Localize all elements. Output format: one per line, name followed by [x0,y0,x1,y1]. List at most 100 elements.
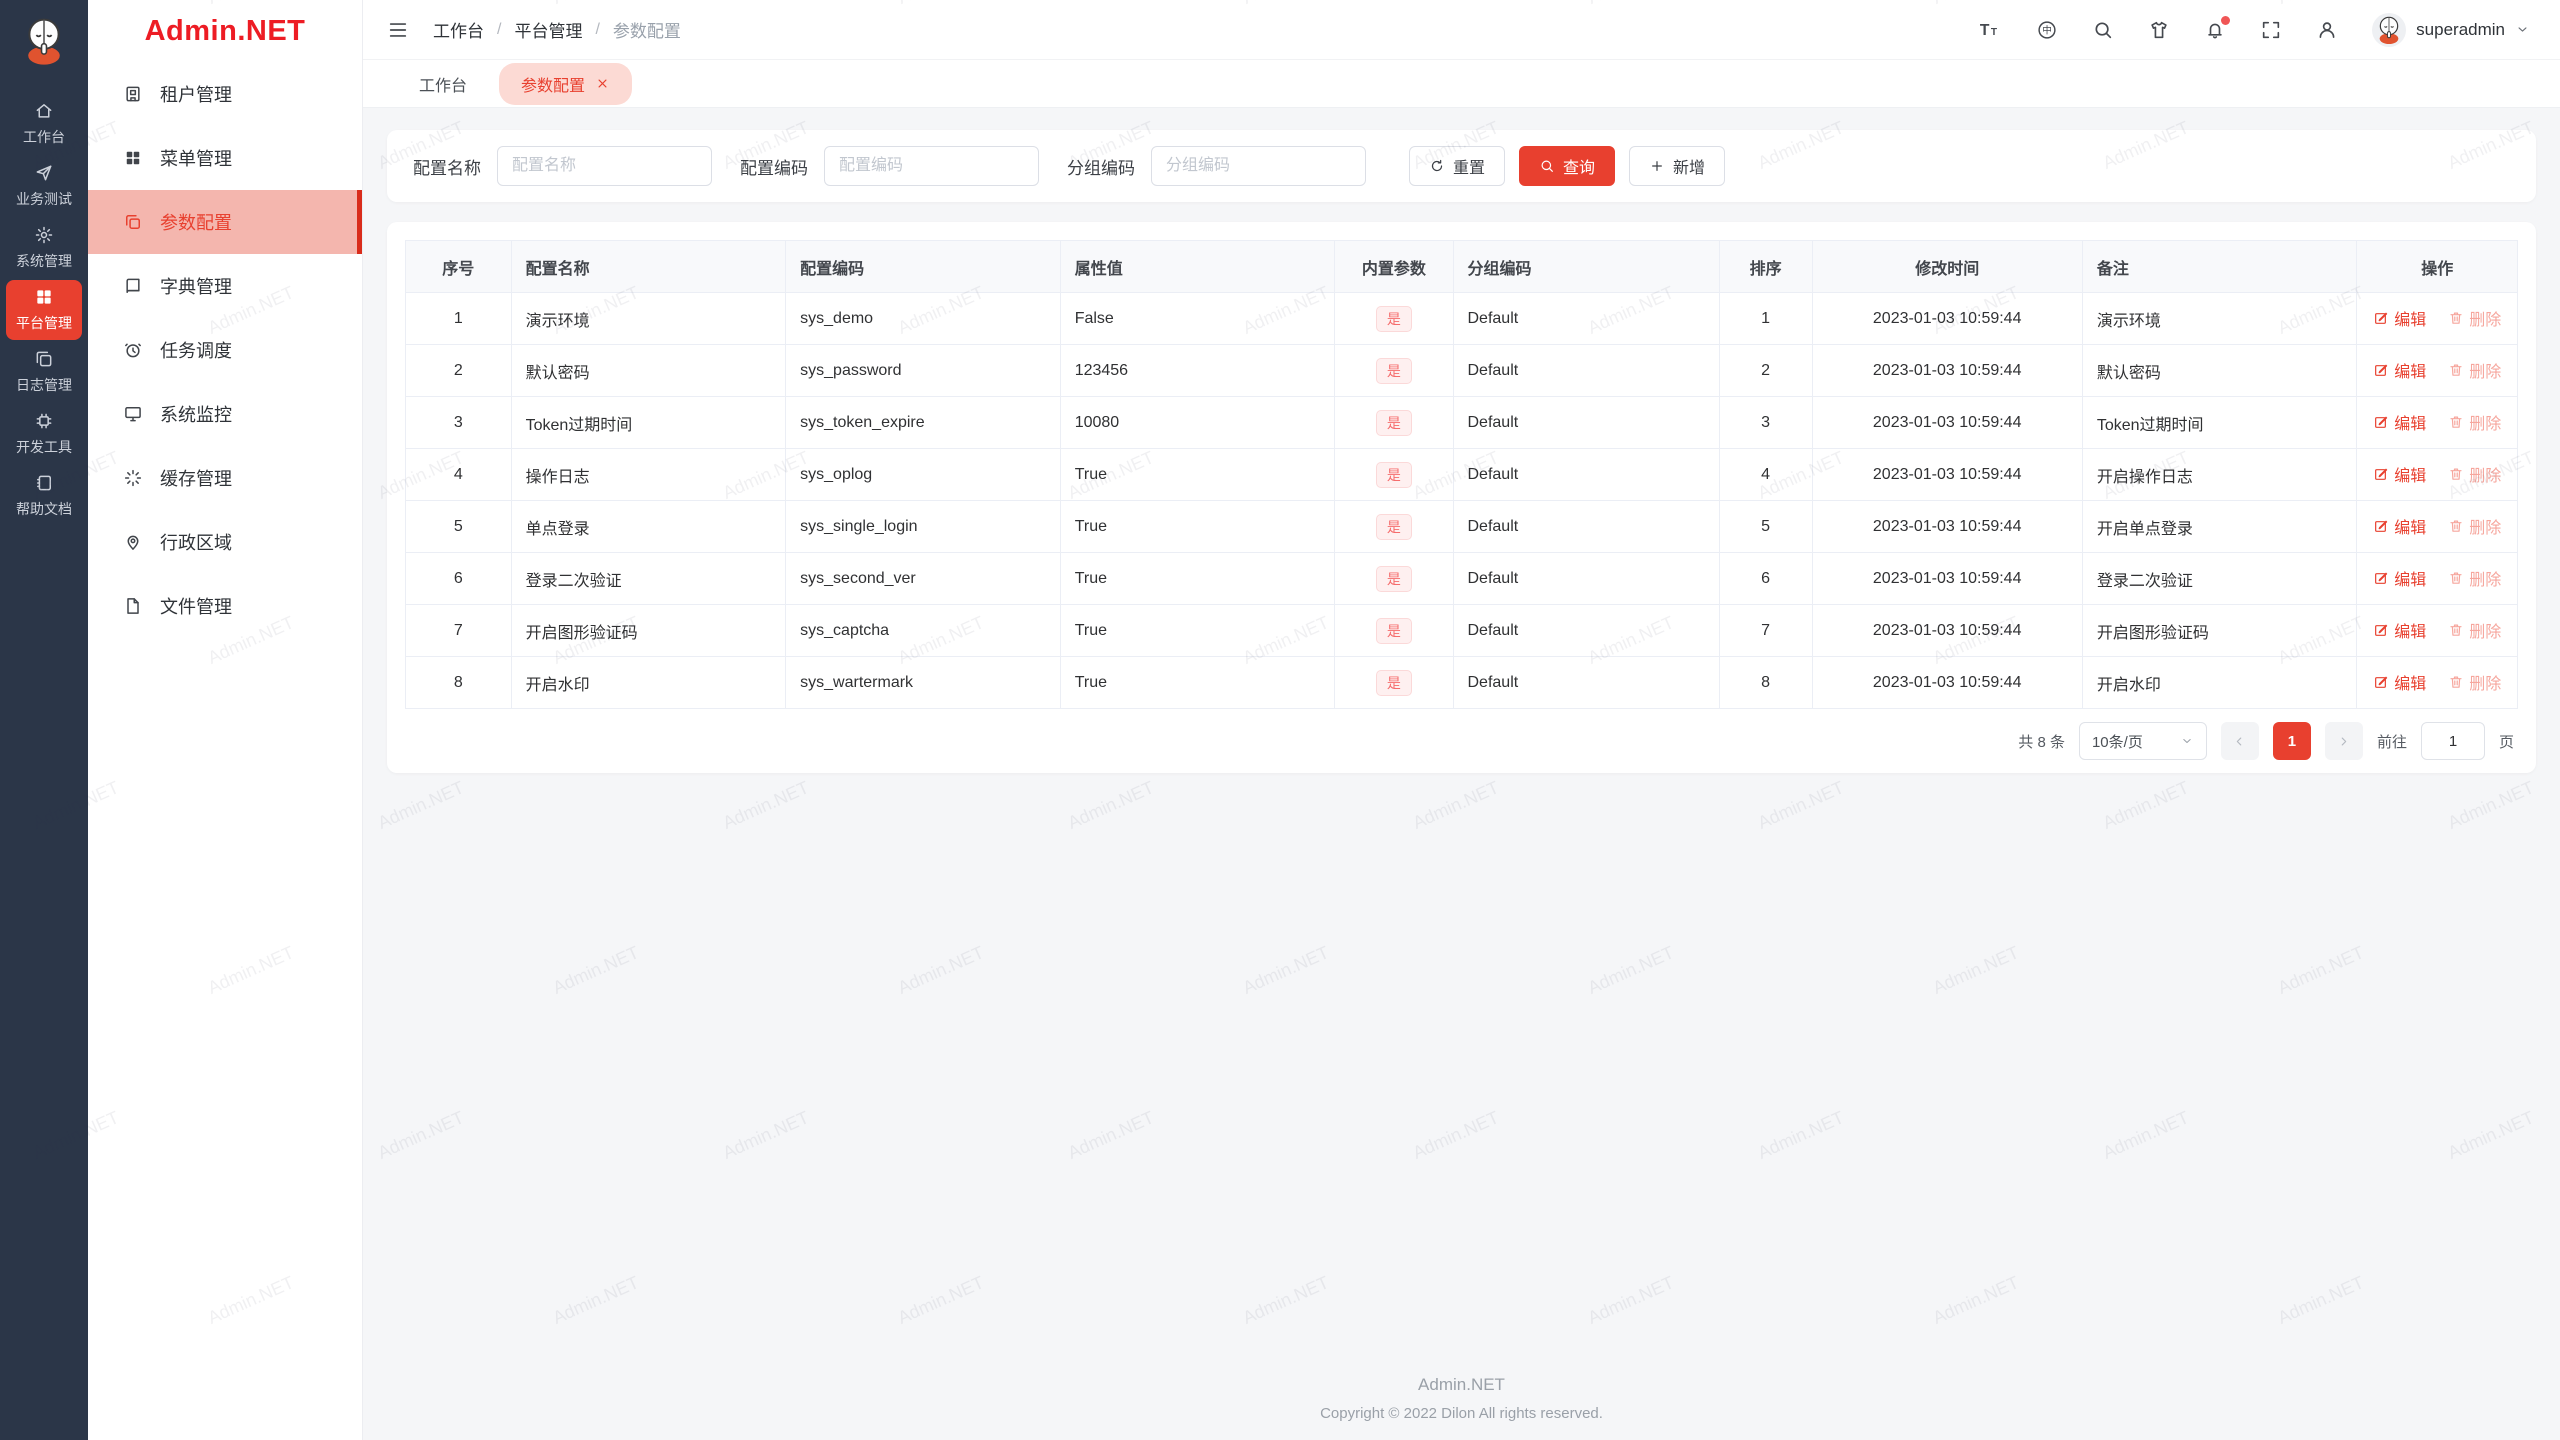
delete-button[interactable]: 删除 [2448,306,2501,330]
fullscreen-icon[interactable] [2260,19,2282,41]
config-name-input[interactable] [497,146,712,186]
sidebar-item-file[interactable]: 文件管理 [88,574,362,638]
close-icon[interactable] [595,76,610,91]
tab-label: 工作台 [419,77,468,95]
collapse-menu-icon[interactable] [387,19,409,41]
sidebar-item-tenant[interactable]: 租户管理 [88,62,362,126]
config-code-input[interactable] [824,146,1039,186]
rail-item-label: 日志管理 [16,377,72,393]
add-button[interactable]: 新增 [1629,146,1726,186]
cell-remark: Token过期时间 [2081,396,2358,449]
sidebar-item-label: 任务调度 [160,341,232,361]
reset-button[interactable]: 重置 [1409,146,1506,186]
grid-icon [34,287,54,307]
table-row: 6 登录二次验证 sys_second_ver True 是 Default 6 2023-0… [405,552,2518,605]
filter-label: 配置编码 [740,158,808,178]
delete-label: 删除 [2469,572,2502,589]
username: superadmin [2416,19,2505,39]
delete-button[interactable]: 删除 [2448,462,2501,486]
app-logo[interactable] [15,12,73,70]
breadcrumb-item[interactable]: 平台管理 [514,17,582,42]
delete-label: 删除 [2469,520,2502,537]
sidebar-logo-text[interactable]: Admin.NET [88,0,362,62]
sidebar-item-task[interactable]: 任务调度 [88,318,362,382]
app-root: 工作台 业务测试 系统管理 平台管理 日志管理 开发工具 帮助文档 Admin.NET 租户… [0,0,2560,1440]
search-button[interactable]: 查询 [1519,146,1616,186]
sidebar-item-label: 字典管理 [160,277,232,297]
delete-label: 删除 [2469,624,2502,641]
cell-index: 7 [405,604,512,657]
rail-item-workbench[interactable]: 工作台 [6,94,82,154]
breadcrumb-item[interactable]: 工作台 [433,17,484,42]
font-size-icon[interactable]: TT [1976,19,2002,41]
svg-text:T: T [1980,22,1990,39]
edit-button[interactable]: 编辑 [2373,566,2426,590]
delete-button[interactable]: 删除 [2448,410,2501,434]
user-dropdown[interactable]: superadmin [2372,12,2530,47]
monk-avatar-icon [2373,14,2405,46]
cell-code: sys_single_login [785,500,1061,553]
cell-group: Default [1452,552,1720,605]
rail-item-system[interactable]: 系统管理 [6,218,82,278]
total-count: 共 8 条 [2018,733,2065,751]
search-icon[interactable] [2092,19,2114,41]
cell-builtin: 是 [1334,656,1454,709]
tab-workbench[interactable]: 工作台 [397,63,489,105]
next-page-button[interactable] [2324,722,2363,760]
edit-button[interactable]: 编辑 [2373,462,2426,486]
delete-button[interactable]: 删除 [2448,566,2501,590]
trash-icon [2448,362,2464,378]
svg-text:中: 中 [2042,24,2052,36]
cell-group: Default [1452,500,1720,553]
goto-page-input[interactable] [2420,722,2485,760]
edit-button[interactable]: 编辑 [2373,410,2426,434]
sidebar-item-config[interactable]: 参数配置 [88,190,362,254]
delete-button[interactable]: 删除 [2448,358,2501,382]
tab-bar: 工作台 参数配置 [363,60,2560,108]
page-size-select[interactable]: 10条/页 [2078,722,2207,760]
prev-page-button[interactable] [2220,722,2259,760]
delete-button[interactable]: 删除 [2448,670,2501,694]
breadcrumb-separator: / [595,20,600,38]
edit-button[interactable]: 编辑 [2373,514,2426,538]
edit-button[interactable]: 编辑 [2373,670,2426,694]
footer-copyright: Copyright © 2022 Dilon All rights reserv… [1320,1405,1603,1422]
sidebar-item-region[interactable]: 行政区域 [88,510,362,574]
rail-item-log[interactable]: 日志管理 [6,342,82,402]
builtin-badge: 是 [1375,513,1412,540]
sidebar-item-dict[interactable]: 字典管理 [88,254,362,318]
theme-icon[interactable] [2148,19,2170,41]
edit-button[interactable]: 编辑 [2373,618,2426,642]
rail-item-devtools[interactable]: 开发工具 [6,404,82,464]
language-icon[interactable]: 中 [2036,19,2058,41]
page-number-button[interactable]: 1 [2272,722,2311,760]
profile-icon[interactable] [2316,19,2338,41]
rail-item-platform[interactable]: 平台管理 [6,280,82,340]
cell-value: 123456 [1059,344,1336,397]
search-icon [1539,158,1555,174]
goto-suffix: 页 [2498,733,2514,751]
group-code-input[interactable] [1151,146,1366,186]
chevron-right-icon [2336,734,2351,749]
cell-value: False [1059,292,1336,345]
cell-actions: 编辑 删除 [2356,656,2518,709]
rail-item-docs[interactable]: 帮助文档 [6,466,82,526]
rail-item-label: 帮助文档 [16,501,72,517]
rail-item-business-test[interactable]: 业务测试 [6,156,82,216]
edit-button[interactable]: 编辑 [2373,306,2426,330]
tenant-icon [123,84,143,104]
edit-button[interactable]: 编辑 [2373,358,2426,382]
delete-button[interactable]: 删除 [2448,514,2501,538]
sidebar-item-menu[interactable]: 菜单管理 [88,126,362,190]
notification-bell-icon[interactable] [2204,15,2231,41]
sidebar-item-cache[interactable]: 缓存管理 [88,446,362,510]
cell-index: 1 [405,292,512,345]
cell-actions: 编辑 删除 [2356,500,2518,553]
tab-config[interactable]: 参数配置 [499,62,633,105]
edit-label: 编辑 [2394,572,2427,589]
breadcrumb: 工作台 / 平台管理 / 参数配置 [433,17,681,42]
delete-button[interactable]: 删除 [2448,618,2501,642]
column-header: 备注 [2081,240,2358,293]
edit-icon [2373,518,2389,534]
sidebar-item-monitor[interactable]: 系统监控 [88,382,362,446]
